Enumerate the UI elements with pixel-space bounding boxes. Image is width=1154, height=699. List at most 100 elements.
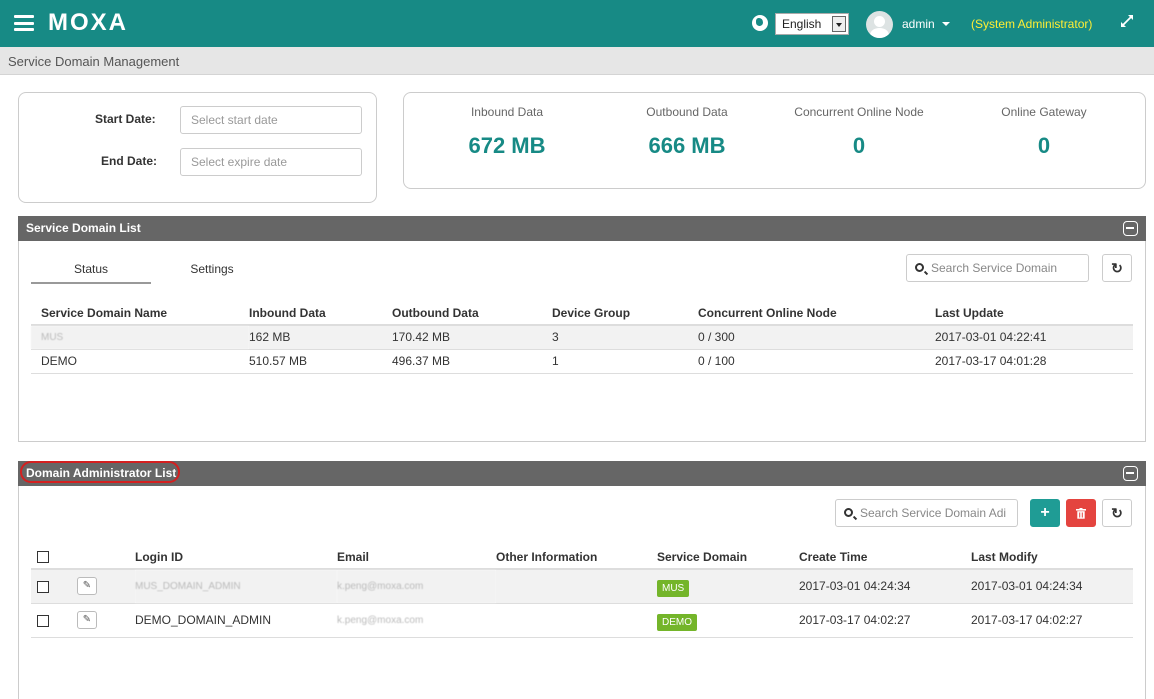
stat-value: 666 MB [648, 133, 726, 158]
panel-title: Domain Administrator List [26, 466, 177, 480]
breadcrumb: Service Domain Management [8, 54, 180, 69]
tab-settings[interactable]: Settings [182, 262, 242, 276]
add-admin-button[interactable]: + [1030, 499, 1060, 527]
last-modify-cell: 2017-03-01 04:24:34 [971, 569, 1133, 604]
column-header[interactable]: Device Group [552, 301, 698, 326]
start-date-label: Start Date: [95, 112, 156, 126]
admin-search-input[interactable] [860, 500, 1015, 526]
tab-status[interactable]: Status [31, 262, 151, 284]
stat-concurrent-node: Concurrent Online Node 0 [784, 105, 934, 159]
column-header[interactable]: Login ID [135, 545, 337, 570]
row-checkbox[interactable] [37, 614, 49, 627]
refresh-button[interactable]: ↻ [1102, 254, 1132, 282]
service-domain-search[interactable] [906, 254, 1089, 282]
table-row[interactable]: MUS 162 MB 170.42 MB 3 0 / 300 2017-03-0… [31, 325, 1133, 350]
other-info-cell [496, 569, 657, 604]
search-icon [915, 263, 924, 272]
column-header[interactable]: Email [337, 545, 496, 570]
concurrent-node-cell: 0 / 300 [698, 325, 935, 350]
select-all-checkbox[interactable] [37, 551, 49, 564]
stat-label: Inbound Data [470, 105, 544, 119]
outbound-cell: 170.42 MB [392, 325, 552, 350]
device-group-cell: 3 [552, 325, 698, 350]
edit-icon[interactable]: ✎ [77, 611, 97, 629]
inbound-cell: 510.57 MB [249, 349, 392, 374]
stats-card: Inbound Data 672 MB Outbound Data 666 MB… [403, 92, 1146, 189]
service-domain-search-input[interactable] [931, 255, 1086, 281]
fullscreen-icon[interactable] [1120, 14, 1134, 28]
column-header[interactable]: Inbound Data [249, 301, 392, 326]
table-row[interactable]: DEMO 510.57 MB 496.37 MB 1 0 / 100 2017-… [31, 349, 1133, 374]
language-select[interactable]: English [775, 13, 849, 35]
create-time-cell: 2017-03-17 04:02:27 [799, 603, 971, 638]
column-header[interactable]: Create Time [799, 545, 971, 570]
domain-badge: DEMO [657, 614, 697, 631]
moxa-logo: MOXA [48, 9, 128, 36]
admin-list-panel-header: Domain Administrator List [18, 461, 1146, 486]
stat-value: 0 [1037, 133, 1051, 158]
collapse-icon[interactable] [1123, 466, 1138, 481]
column-header[interactable]: Outbound Data [392, 301, 552, 326]
stat-inbound: Inbound Data 672 MB [432, 105, 582, 159]
column-header[interactable]: Last Update [935, 301, 1133, 326]
domain-name-cell: MUS [31, 325, 249, 350]
table-header-row: Login ID Email Other Information Service… [31, 545, 1133, 570]
language-value: English [782, 17, 822, 31]
create-time-cell: 2017-03-01 04:24:34 [799, 569, 971, 604]
last-update-cell: 2017-03-17 04:01:28 [935, 349, 1133, 374]
menu-icon[interactable] [14, 15, 34, 31]
end-date-input[interactable] [180, 148, 362, 176]
service-domain-panel-header: Service Domain List [18, 216, 1146, 241]
device-group-cell: 1 [552, 349, 698, 374]
top-bar: MOXA English admin (System Administrator… [0, 0, 1154, 47]
collapse-icon[interactable] [1123, 221, 1138, 236]
email-cell: k.peng@moxa.com [337, 569, 496, 604]
dropdown-arrow-icon[interactable] [832, 16, 846, 32]
last-modify-cell: 2017-03-17 04:02:27 [971, 603, 1133, 638]
outbound-cell: 496.37 MB [392, 349, 552, 374]
concurrent-node-cell: 0 / 100 [698, 349, 935, 374]
search-icon [844, 508, 853, 517]
admin-search[interactable] [835, 499, 1018, 527]
globe-icon [752, 15, 768, 31]
admin-list-panel: Domain Administrator List + ↻ Login ID E… [18, 461, 1146, 699]
trash-icon [1076, 508, 1086, 519]
row-checkbox[interactable] [37, 581, 49, 594]
inbound-cell: 162 MB [249, 325, 392, 350]
email-cell: k.peng@moxa.com [337, 603, 496, 638]
panel-title: Service Domain List [26, 221, 141, 235]
table-row[interactable]: ✎ MUS_DOMAIN_ADMIN k.peng@moxa.com MUS 2… [31, 569, 1133, 604]
edit-icon[interactable]: ✎ [77, 577, 97, 596]
column-header[interactable]: Service Domain [657, 545, 799, 570]
stat-online-gateway: Online Gateway 0 [969, 105, 1119, 159]
start-date-input[interactable] [180, 106, 362, 134]
delete-admin-button[interactable] [1066, 499, 1096, 527]
domain-name-cell: DEMO [31, 349, 249, 374]
table-row[interactable]: ✎ DEMO_DOMAIN_ADMIN k.peng@moxa.com DEMO… [31, 603, 1133, 638]
service-domain-panel: Service Domain List Status Settings ↻ Se… [18, 216, 1146, 442]
end-date-label: End Date: [101, 154, 158, 168]
column-header[interactable]: Concurrent Online Node [698, 301, 935, 326]
date-filter-card: Start Date: End Date: [18, 92, 377, 203]
domain-badge: MUS [657, 580, 690, 598]
login-id-cell: DEMO_DOMAIN_ADMIN [135, 603, 337, 638]
service-domain-table: Service Domain Name Inbound Data Outboun… [31, 301, 1133, 374]
table-header-row: Service Domain Name Inbound Data Outboun… [31, 301, 1133, 326]
avatar[interactable] [866, 11, 893, 38]
stat-label: Online Gateway [1001, 105, 1087, 119]
other-info-cell [496, 603, 657, 638]
refresh-button[interactable]: ↻ [1102, 499, 1132, 527]
user-role-label: (System Administrator) [971, 17, 1093, 31]
stat-outbound: Outbound Data 666 MB [612, 105, 762, 159]
column-header[interactable]: Service Domain Name [31, 301, 249, 326]
stat-value: 672 MB [468, 133, 546, 158]
column-header[interactable]: Last Modify [971, 545, 1133, 570]
stat-label: Concurrent Online Node [794, 105, 924, 119]
breadcrumb-bar: Service Domain Management [0, 47, 1154, 75]
column-header[interactable]: Other Information [496, 545, 657, 570]
caret-down-icon[interactable] [942, 22, 950, 26]
last-update-cell: 2017-03-01 04:22:41 [935, 325, 1133, 350]
stat-value: 0 [852, 133, 866, 158]
user-menu[interactable]: admin [902, 17, 935, 31]
stat-label: Outbound Data [646, 105, 728, 119]
